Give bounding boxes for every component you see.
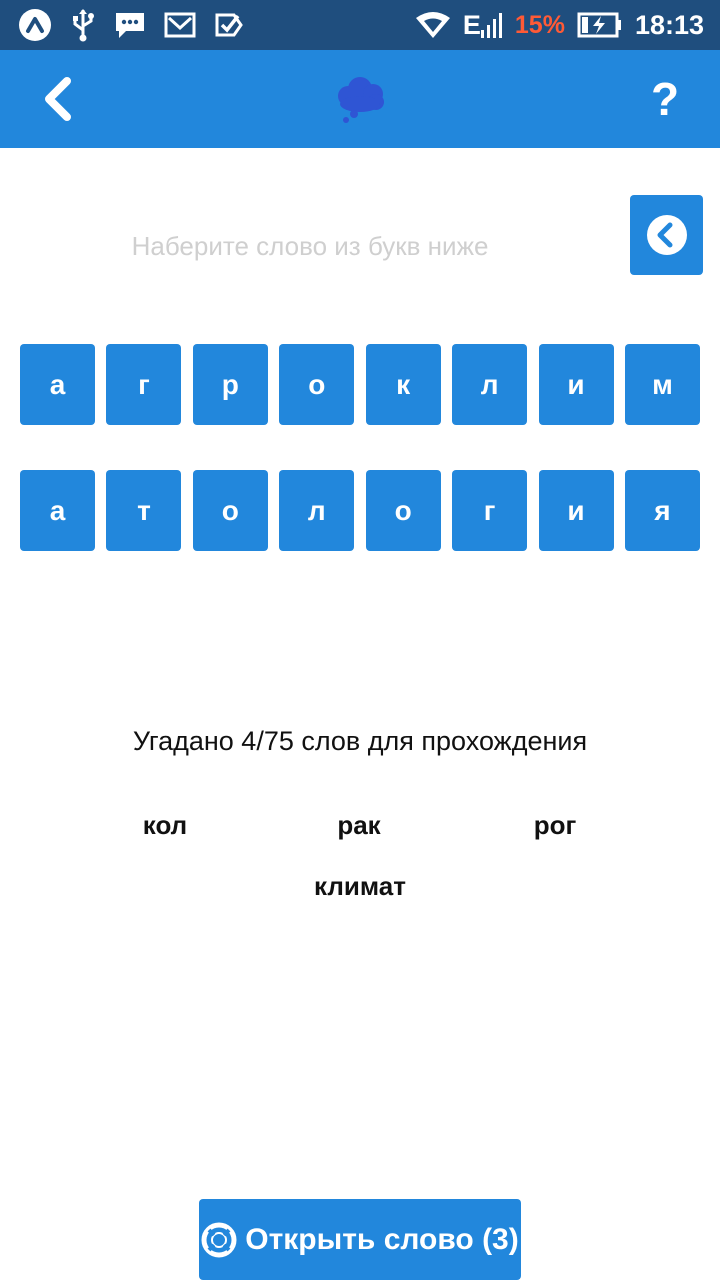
open-word-label: Открыть слово (3)	[245, 1222, 519, 1256]
found-word: рак	[337, 810, 381, 840]
lifebuoy-icon	[201, 1222, 237, 1257]
network-type: E	[462, 9, 481, 40]
letter-tile[interactable]: и	[538, 470, 614, 551]
found-word: климат	[314, 871, 406, 901]
help-button[interactable]: ?	[640, 72, 690, 126]
open-word-button[interactable]: Открыть слово (3)	[199, 1199, 521, 1280]
progress-text: Угадано 4/75 слов для прохождения	[132, 726, 588, 756]
letter-tile[interactable]: г	[106, 344, 182, 425]
erase-letter-button[interactable]	[630, 195, 703, 275]
battery-charging-icon	[577, 11, 623, 39]
letter-tile[interactable]: г	[452, 470, 528, 551]
letter-tile[interactable]: а	[20, 344, 95, 425]
signal-icon: E	[463, 10, 503, 41]
backspace-icon	[646, 215, 687, 255]
letter-tile[interactable]: т	[106, 470, 182, 551]
letter-tile[interactable]: я	[624, 470, 700, 551]
letter-tile[interactable]: л	[452, 344, 528, 425]
word-input[interactable]: Наберите слово из букв ниже	[90, 214, 530, 278]
letter-tile[interactable]: р	[192, 344, 268, 425]
battery-percent: 15%	[514, 10, 565, 39]
app-bar: ?	[0, 50, 720, 148]
letter-row-2: а т о л о г и я	[20, 470, 700, 551]
letter-tile[interactable]: о	[365, 470, 441, 551]
app-icon	[18, 8, 52, 42]
found-word: рог	[533, 810, 577, 840]
letter-tile[interactable]: и	[538, 344, 614, 425]
status-bar: E 15% 18:13	[0, 0, 720, 50]
letter-tile[interactable]: о	[279, 344, 355, 425]
letter-row-1: а г р о к л и м	[20, 344, 700, 425]
usb-icon	[70, 8, 96, 42]
mail-icon	[164, 11, 196, 39]
wifi-icon	[415, 11, 451, 39]
found-word: кол	[142, 810, 188, 840]
letter-tile[interactable]: а	[20, 470, 95, 551]
back-arrow-icon	[45, 77, 71, 121]
thought-cloud-icon	[334, 76, 388, 124]
message-icon	[114, 10, 146, 40]
check-icon	[214, 10, 244, 40]
letter-tile[interactable]: о	[192, 470, 268, 551]
letter-tile[interactable]: м	[624, 344, 700, 425]
back-button[interactable]	[30, 72, 84, 126]
clock: 18:13	[634, 9, 704, 40]
letter-tile[interactable]: к	[365, 344, 441, 425]
letter-tile[interactable]: л	[279, 470, 355, 551]
